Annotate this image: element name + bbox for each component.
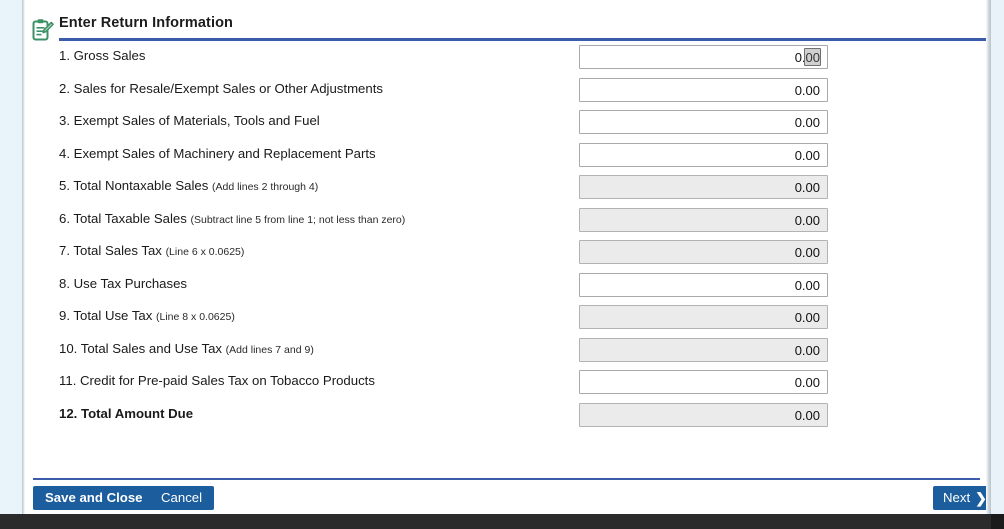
page-bottom-bar <box>0 514 1004 529</box>
return-information-form: 1. Gross Sales 0.00 2. Sales for Resale/Ex… <box>25 45 986 435</box>
form-row-label: 1. Gross Sales <box>59 48 146 63</box>
form-row-hint: (Line 6 x 0.0625) <box>165 246 245 258</box>
form-row-label-text: 6. Total Taxable Sales <box>59 210 187 226</box>
form-row-label-text: 11. Credit for Pre-paid Sales Tax on Tob… <box>59 373 375 388</box>
form-row-label-text: 5. Total Nontaxable Sales <box>59 178 209 193</box>
form-row: 7. Total Sales Tax (Line 6 x 0.0625) 0.00 <box>25 240 986 273</box>
amount-field-readonly: 0.00 <box>579 207 828 232</box>
page-bottom-bar-right-cap <box>991 514 1004 529</box>
form-row-label: 11. Credit for Pre-paid Sales Tax on Tob… <box>59 373 375 388</box>
section-title: Enter Return Information <box>59 15 233 31</box>
form-row-label-text: 10. Total Sales and Use Tax <box>59 340 222 356</box>
amount-value: 0.00 <box>794 180 820 195</box>
footer-divider <box>33 478 980 480</box>
form-row-label: 6. Total Taxable Sales (Subtract line 5 … <box>59 211 405 226</box>
amount-value: 0.00 <box>794 115 820 130</box>
cancel-button[interactable]: Cancel <box>149 486 215 510</box>
form-row-label: 8. Use Tax Purchases <box>59 276 187 291</box>
form-row-hint: (Subtract line 5 from line 1; not less t… <box>190 213 406 226</box>
form-row: 12. Total Amount Due 0.00 <box>25 402 986 436</box>
amount-value: 0.00 <box>794 245 820 260</box>
form-row: 1. Gross Sales 0.00 <box>25 45 986 78</box>
form-row: 10. Total Sales and Use Tax (Add lines 7… <box>25 337 986 371</box>
form-row-label: 4. Exempt Sales of Machinery and Replace… <box>59 146 376 161</box>
amount-input[interactable]: 0.00 <box>579 45 828 69</box>
amount-value: 0.00 <box>794 277 820 293</box>
form-row-label-text: 4. Exempt Sales of Machinery and Replace… <box>59 145 376 161</box>
clipboard-pencil-icon <box>29 17 55 43</box>
amount-value: 0.00 <box>794 147 820 163</box>
amount-field-readonly: 0.00 <box>579 402 828 427</box>
section-header: Enter Return Information <box>25 14 986 44</box>
next-button-label: Next <box>943 490 971 505</box>
form-row: 6. Total Taxable Sales (Subtract line 5 … <box>25 207 986 241</box>
save-and-close-button[interactable]: Save and Close <box>33 486 155 510</box>
amount-field-readonly: 0.00 <box>579 175 828 199</box>
form-row: 8. Use Tax Purchases 0.00 <box>25 272 986 306</box>
form-row: 2. Sales for Resale/Exempt Sales or Othe… <box>25 77 986 111</box>
form-row: 4. Exempt Sales of Machinery and Replace… <box>25 142 986 176</box>
form-row-label: 12. Total Amount Due <box>59 406 193 421</box>
form-row-label-text: 7. Total Sales Tax <box>59 243 162 258</box>
form-row-label-text: 8. Use Tax Purchases <box>59 275 188 291</box>
amount-input[interactable]: 0.00 <box>579 272 828 297</box>
form-row: 3. Exempt Sales of Materials, Tools and … <box>25 110 986 143</box>
page-left-margin <box>0 0 22 514</box>
amount-value: 0.00 <box>794 212 820 228</box>
amount-value: 0.00 <box>794 310 820 325</box>
page-right-margin <box>991 0 1004 514</box>
form-sheet: Enter Return Information 1. Gross Sales 0… <box>25 0 997 514</box>
amount-field-readonly: 0.00 <box>579 240 828 264</box>
text-cursor-selection <box>804 48 821 66</box>
form-row-label: 7. Total Sales Tax (Line 6 x 0.0625) <box>59 243 244 258</box>
form-row-label-text: 1. Gross Sales <box>59 48 146 63</box>
form-row-label: 5. Total Nontaxable Sales (Add lines 2 t… <box>59 178 318 193</box>
form-row-label: 2. Sales for Resale/Exempt Sales or Othe… <box>59 81 383 96</box>
form-row-label: 9. Total Use Tax (Line 8 x 0.0625) <box>59 308 235 323</box>
application-window: Enter Return Information 1. Gross Sales 0… <box>0 0 1004 529</box>
form-row: 9. Total Use Tax (Line 8 x 0.0625) 0.00 <box>25 305 986 338</box>
section-header-rule <box>59 38 986 41</box>
amount-value: 0.00 <box>794 342 820 358</box>
form-row-label-text: 3. Exempt Sales of Materials, Tools and … <box>59 113 320 128</box>
form-row-hint: (Line 8 x 0.0625) <box>156 311 235 323</box>
form-row: 5. Total Nontaxable Sales (Add lines 2 t… <box>25 175 986 208</box>
form-row-label-text: 2. Sales for Resale/Exempt Sales or Othe… <box>59 80 383 96</box>
form-row-label-text: 9. Total Use Tax <box>59 308 153 323</box>
form-row: 11. Credit for Pre-paid Sales Tax on Tob… <box>25 370 986 403</box>
amount-input[interactable]: 0.00 <box>579 142 828 167</box>
form-row-hint: (Add lines 7 and 9) <box>225 343 314 356</box>
form-row-hint: (Add lines 2 through 4) <box>211 181 319 193</box>
amount-field-readonly: 0.00 <box>579 337 828 362</box>
amount-input[interactable]: 0.00 <box>579 110 828 134</box>
amount-value: 0.00 <box>794 375 820 390</box>
amount-value: 0.00 <box>794 407 820 423</box>
amount-input[interactable]: 0.00 <box>579 370 828 394</box>
form-row-label: 3. Exempt Sales of Materials, Tools and … <box>59 113 320 128</box>
amount-input[interactable]: 0.00 <box>579 77 828 102</box>
amount-value: 0.00 <box>794 82 820 98</box>
amount-field-readonly: 0.00 <box>579 305 828 329</box>
form-row-label: 10. Total Sales and Use Tax (Add lines 7… <box>59 341 314 356</box>
form-row-label-text: 12. Total Amount Due <box>59 405 194 421</box>
